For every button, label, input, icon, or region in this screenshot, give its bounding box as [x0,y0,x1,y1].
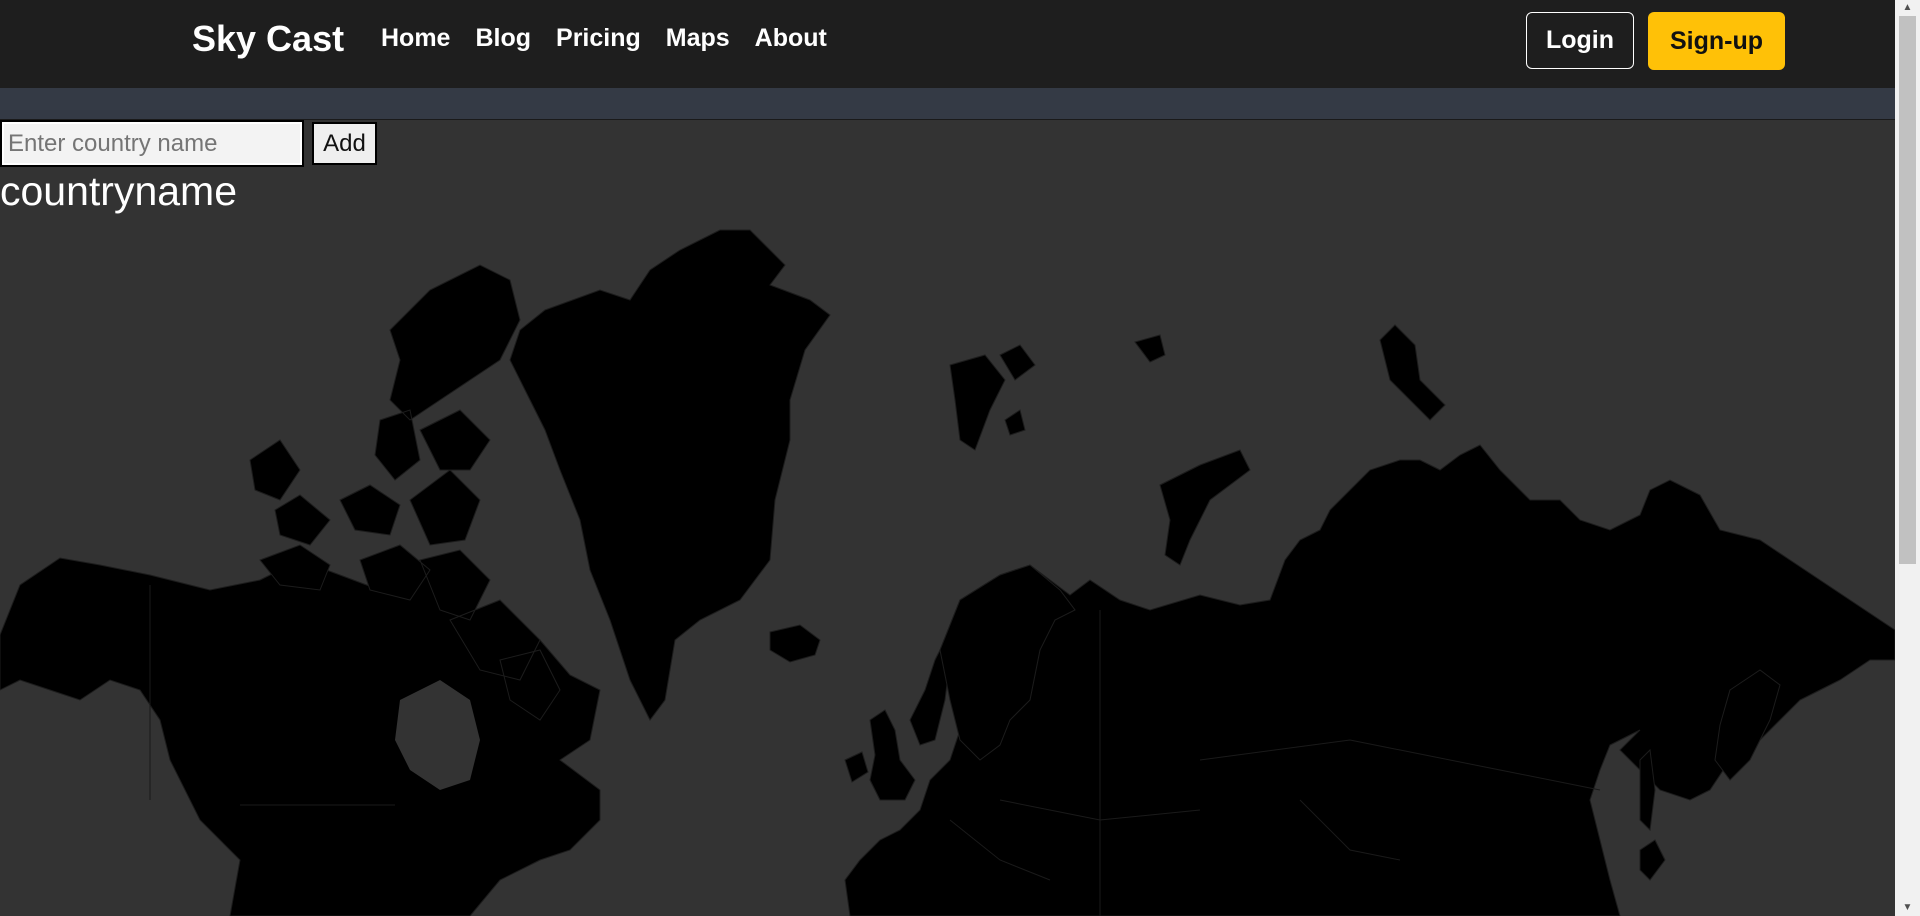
sub-header-bar [0,88,1895,120]
brand-logo[interactable]: Sky Cast [192,18,344,60]
nav-link-blog[interactable]: Blog [475,24,531,53]
nav-link-pricing[interactable]: Pricing [556,24,641,53]
nav-link-home[interactable]: Home [381,24,450,53]
vertical-scrollbar[interactable]: ▲ ▼ [1895,0,1920,916]
add-country-button[interactable]: Add [312,122,377,165]
world-map[interactable] [0,220,1895,916]
scroll-down-arrow-icon[interactable]: ▼ [1895,900,1920,916]
scroll-up-arrow-icon[interactable]: ▲ [1895,0,1920,16]
navbar: Sky Cast Home Blog Pricing Maps About Lo… [0,0,1895,88]
nav-links: Home Blog Pricing Maps About [381,24,852,53]
nav-link-about[interactable]: About [755,24,827,53]
signup-button[interactable]: Sign-up [1648,12,1785,70]
country-name-input[interactable] [0,120,304,167]
map-region-svalbard [949,334,1166,451]
map-region-uk [844,709,916,801]
map-region-iceland [769,624,821,663]
nav-link-maps[interactable]: Maps [666,24,730,53]
login-button[interactable]: Login [1526,12,1634,69]
country-name-heading: countryname [0,168,238,214]
scroll-thumb[interactable] [1899,16,1916,564]
